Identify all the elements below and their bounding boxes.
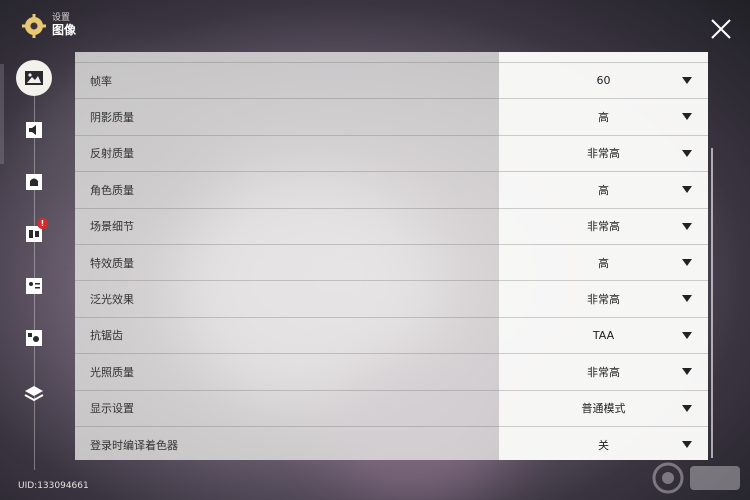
layers-icon [24,386,44,402]
nav-item-audio[interactable] [16,112,52,148]
site-watermark-logo [652,462,740,494]
nav-item-other[interactable] [16,376,52,412]
nav-item-notifications[interactable] [16,164,52,200]
setting-dropdown[interactable]: 高 [499,245,708,280]
chevron-down-icon [682,113,692,121]
id-card-icon [26,278,42,294]
chevron-down-icon [682,77,692,84]
setting-dropdown[interactable]: 非常高 [499,209,708,244]
settings-row: 阴影质量 高 [75,98,708,134]
nav-item-graphics[interactable] [16,60,52,96]
settings-row: 场景细节 非常高 [75,207,708,244]
speaker-icon [26,122,42,138]
setting-label: 场景细节 [90,220,134,234]
chevron-down-icon [682,404,692,412]
settings-row: 登录时编译着色器 关 [75,426,708,460]
settings-row: 反射质量 非常高 [75,134,708,171]
setting-value: 关 [598,438,609,452]
setting-value: 非常高 [587,292,620,306]
nav-item-controls[interactable] [16,320,52,356]
settings-row: 帧率 60 [75,62,708,98]
alert-badge: ! [37,218,48,229]
setting-value: 60 [596,74,611,87]
nav-item-profile[interactable] [16,268,52,304]
chevron-down-icon [682,295,692,303]
close-icon[interactable] [710,18,732,40]
setting-value: 高 [598,183,609,197]
chevron-down-icon [682,259,692,266]
setting-dropdown[interactable]: TAA [499,318,708,353]
settings-panel: 帧率 60 阴影质量高反射质量 非常高 角色质量高场景细节 非常高 特效质量高泛光效果 非常高… [75,52,708,460]
image-icon [25,71,43,85]
setting-label: 泛光效果 [90,292,134,306]
settings-row: 特效质量 高 [75,244,708,280]
chevron-down-icon [682,331,692,339]
gear-icon [22,14,46,38]
chevron-down-icon [682,368,692,376]
setting-label: 帧率 [90,74,112,88]
page-title: 图像 [52,23,77,38]
setting-value: 非常高 [587,147,620,161]
edge-indicator [0,64,4,164]
setting-label: 光照质量 [90,365,134,379]
settings-row: 抗锯齿 TAA [75,316,708,353]
setting-label: 阴影质量 [90,110,134,124]
setting-dropdown[interactable]: 非常高 [499,136,708,171]
setting-value: 非常高 [587,365,620,379]
uid-label: UID:133094661 [18,481,89,491]
setting-label: 抗锯齿 [90,329,123,343]
setting-label: 特效质量 [90,256,134,270]
setting-dropdown[interactable]: 高 [499,172,708,207]
setting-label: 显示设置 [90,402,134,416]
setting-dropdown[interactable]: 高 [499,99,708,134]
setting-dropdown[interactable]: 普通模式 [499,391,708,426]
setting-dropdown[interactable]: 非常高 [499,281,708,316]
gear-card-icon [26,330,42,346]
settings-row: 角色质量 高 [75,171,708,207]
chevron-down-icon [682,441,692,448]
setting-value: 高 [598,110,609,124]
setting-value: 高 [598,256,609,270]
scrollbar[interactable] [711,148,713,458]
setting-label: 角色质量 [90,183,134,197]
nav-item-account[interactable]: ! [16,216,52,252]
settings-row: 显示设置 普通模式 [75,389,708,426]
setting-value: 非常高 [587,220,620,234]
chevron-down-icon [682,149,692,157]
page-header: 设置 图像 [22,14,76,38]
bell-icon [26,174,42,190]
setting-dropdown[interactable]: 非常高 [499,354,708,389]
setting-label: 反射质量 [90,147,134,161]
setting-value: TAA [592,328,615,342]
settings-row: 泛光效果 非常高 [75,280,708,316]
setting-dropdown[interactable]: 60 [499,63,708,98]
chevron-down-icon [682,222,692,230]
setting-label: 登录时编译着色器 [90,438,178,452]
setting-value: 普通模式 [581,402,626,416]
settings-row: 光照质量 非常高 [75,353,708,389]
chevron-down-icon [682,186,692,194]
